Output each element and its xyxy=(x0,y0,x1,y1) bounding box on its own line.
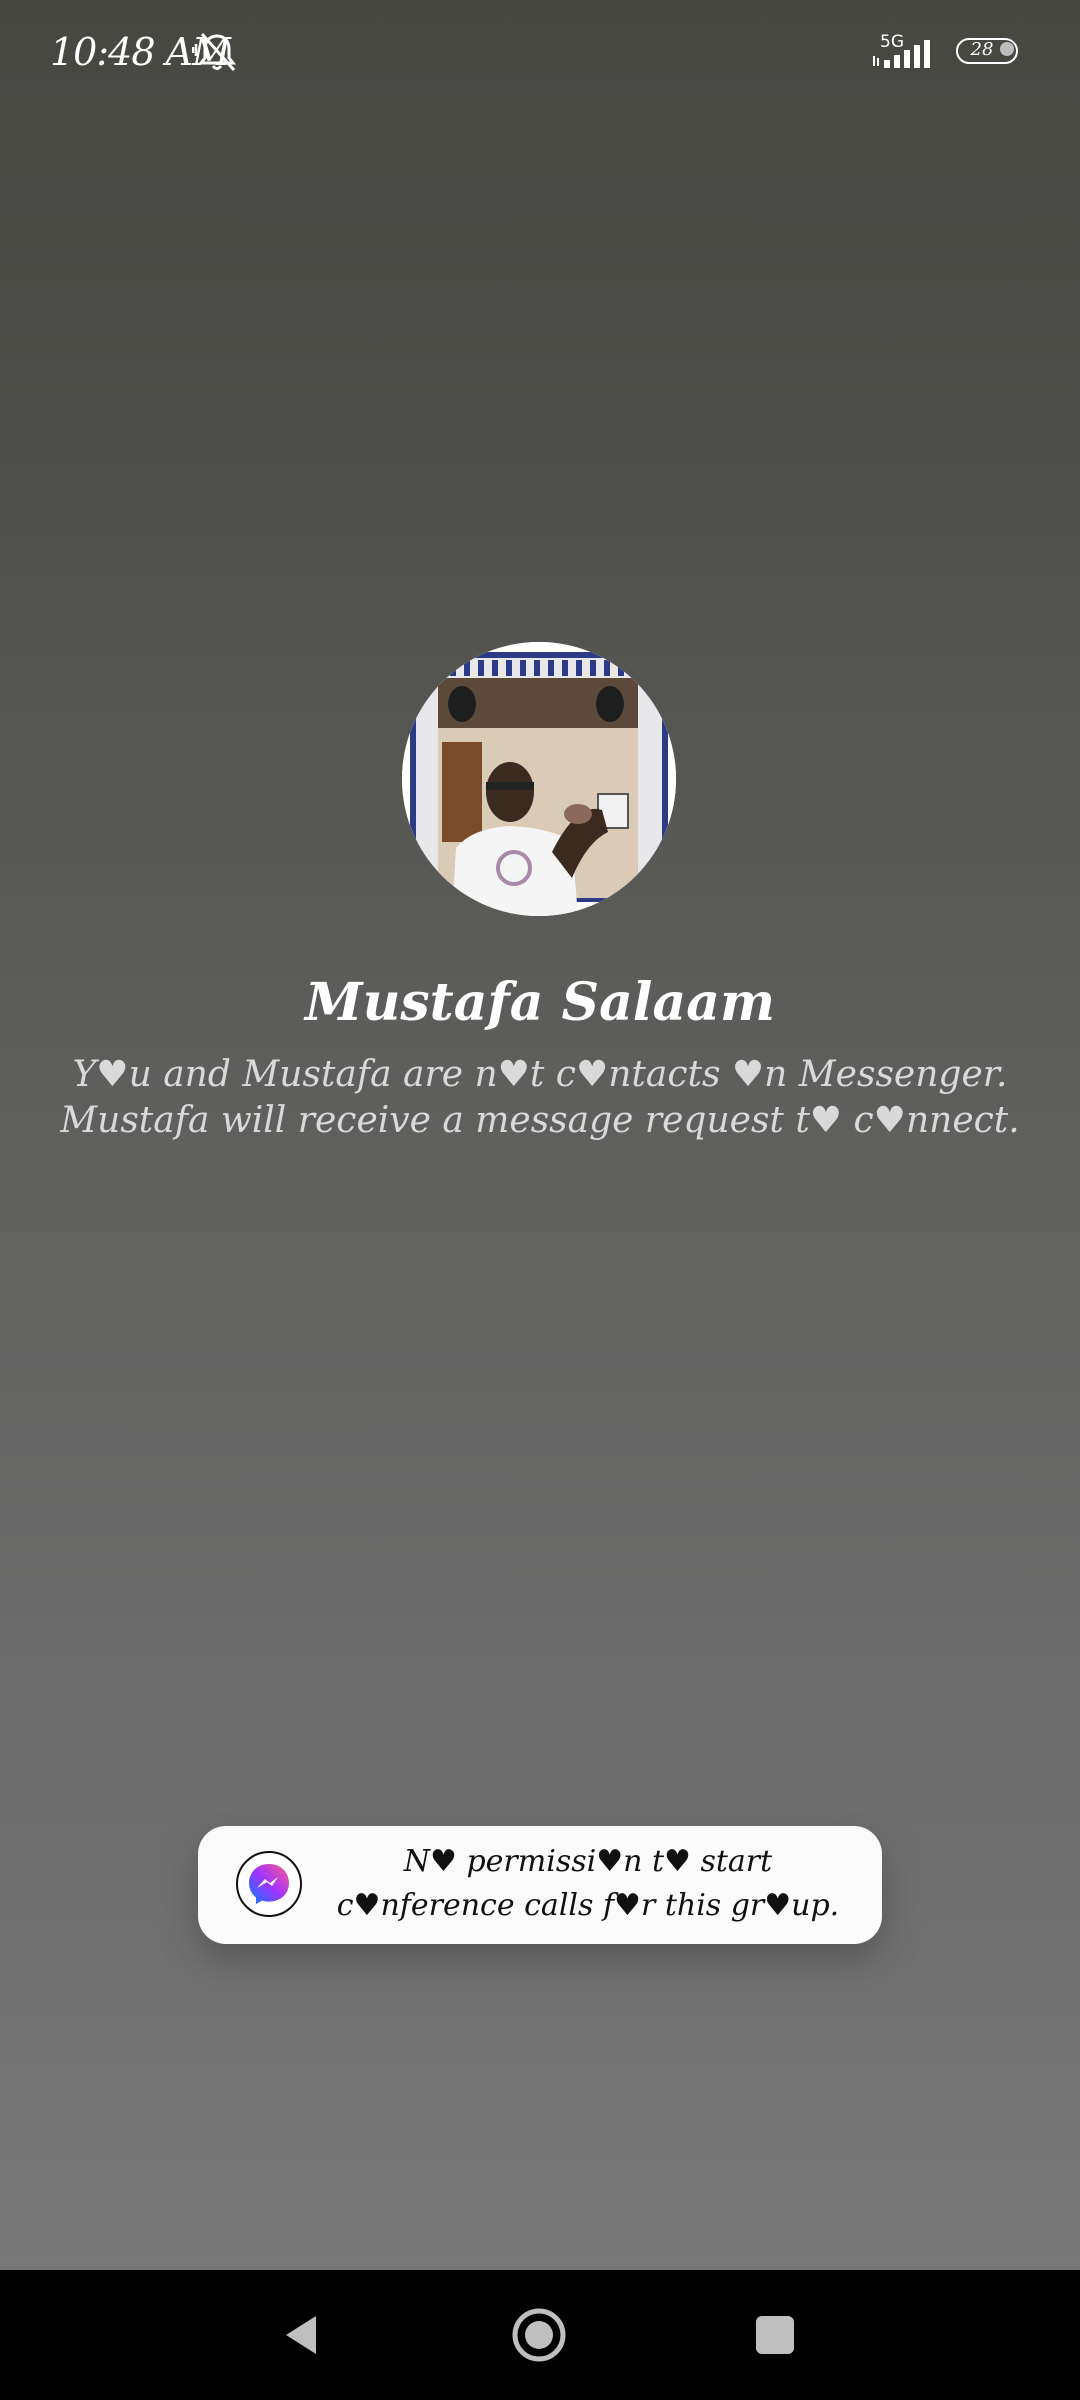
contact-status-message: Y♥u and Mustafa are n♥t c♥ntacts ♥n Mess… xyxy=(60,1054,1020,1141)
profile-photo xyxy=(402,642,676,916)
back-icon[interactable] xyxy=(278,2310,328,2360)
home-icon[interactable] xyxy=(510,2306,568,2364)
toast-message: N♥ permissi♥n t♥ start c♥nference calls … xyxy=(336,1844,840,1923)
battery-level: 28 xyxy=(970,39,994,60)
status-bar: 10:48 AM 5G 28 xyxy=(0,0,1080,110)
battery-icon: 28 xyxy=(956,38,1018,64)
messenger-icon xyxy=(236,1851,302,1917)
contact-name: Mustafa Salaam xyxy=(305,972,775,1033)
navigation-bar xyxy=(0,2270,1080,2400)
signal-icon xyxy=(873,40,930,68)
recents-icon[interactable] xyxy=(756,2316,794,2354)
mute-icon xyxy=(192,33,237,71)
toast-notification: N♥ permissi♥n t♥ start c♥nference calls … xyxy=(198,1826,882,1944)
avatar[interactable] xyxy=(402,642,676,916)
